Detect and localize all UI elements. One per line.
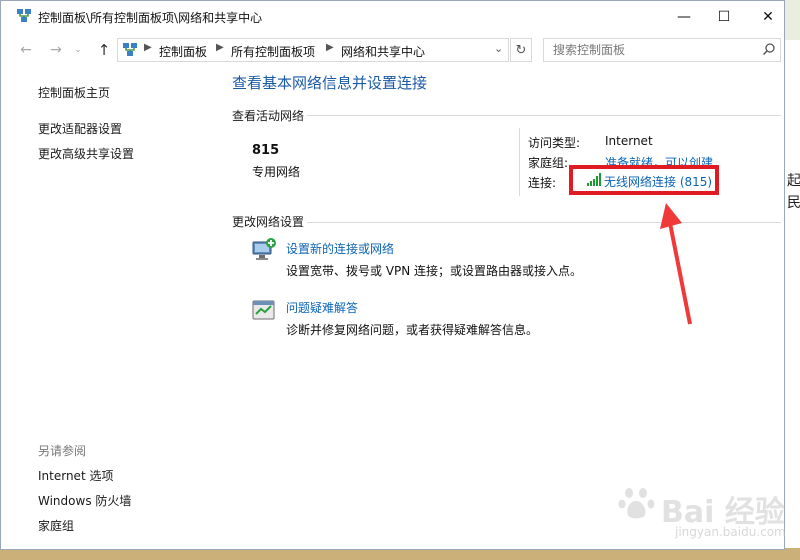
address-dropdown-chevron-icon[interactable]: ⌄	[494, 42, 503, 55]
setup-new-connection-link[interactable]: 设置新的连接或网络	[286, 240, 394, 257]
window-title: 控制面板\所有控制面板项\网络和共享中心	[38, 11, 263, 25]
recent-locations-chevron-icon[interactable]: ⌄	[71, 39, 85, 61]
title-bar[interactable]: 控制面板\所有控制面板项\网络和共享中心 — ☐ ✕	[1, 1, 784, 32]
breadcrumb-separator-icon[interactable]: ▶	[326, 42, 334, 53]
sidebar-item-control-panel-home[interactable]: 控制面板主页	[38, 84, 110, 101]
close-button[interactable]: ✕	[745, 1, 791, 32]
page-title: 查看基本网络信息并设置连接	[232, 74, 428, 92]
watermark-url: jingyan.baidu.com	[675, 525, 786, 539]
wifi-signal-icon	[587, 173, 601, 186]
breadcrumb-separator-icon[interactable]: ▶	[216, 42, 224, 53]
breadcrumb-control-panel[interactable]: 控制面板	[159, 43, 207, 60]
sidebar-item-internet-options[interactable]: Internet 选项	[38, 467, 113, 484]
back-arrow-icon[interactable]: ←	[15, 39, 37, 61]
breadcrumb-all-items[interactable]: 所有控制面板项	[231, 43, 315, 60]
setup-new-connection-description: 设置宽带、拨号或 VPN 连接；或设置路由器或接入点。	[286, 264, 583, 278]
address-bar[interactable]: ▶ 控制面板 ▶ 所有控制面板项 ▶ 网络和共享中心 ⌄	[117, 38, 509, 62]
sidebar-item-change-advanced-sharing[interactable]: 更改高级共享设置	[38, 145, 134, 162]
background-window-text: 起	[787, 173, 800, 189]
troubleshoot-link[interactable]: 问题疑难解答	[286, 299, 358, 316]
connections-label: 连接:	[528, 176, 557, 190]
search-box[interactable]	[543, 38, 781, 62]
change-settings-heading: 更改网络设置	[232, 215, 305, 229]
refresh-icon[interactable]: ↻	[510, 38, 532, 62]
network-sharing-center-window: 控制面板\所有控制面板项\网络和共享中心 — ☐ ✕ ← → ⌄ ↑ ▶ 控制面…	[0, 0, 786, 550]
active-networks-heading: 查看活动网络	[232, 109, 305, 123]
maximize-button[interactable]: ☐	[701, 1, 747, 32]
network-name: 815	[252, 143, 280, 158]
baidu-watermark: Bai 经验 jingyan.baidu.com	[613, 479, 786, 549]
new-connection-icon[interactable]	[251, 237, 277, 263]
forward-arrow-icon[interactable]: →	[45, 39, 67, 61]
annotation-arrow-icon	[660, 203, 692, 325]
network-control-panel-icon	[17, 9, 31, 22]
background-window-text: 民	[787, 195, 800, 211]
network-info-divider	[519, 128, 520, 196]
search-input[interactable]	[544, 39, 763, 61]
homegroup-label: 家庭组:	[528, 156, 569, 170]
address-row: ← → ⌄ ↑ ▶ 控制面板 ▶ 所有控制面板项 ▶ 网络和共享中心 ⌄ ↻	[1, 35, 784, 63]
section-divider	[307, 222, 781, 223]
breadcrumb-separator-icon[interactable]: ▶	[144, 42, 152, 53]
up-arrow-icon[interactable]: ↑	[93, 39, 115, 61]
troubleshoot-description: 诊断并修复网络问题，或者获得疑难解答信息。	[286, 323, 539, 337]
wireless-connection-link[interactable]: 无线网络连接 (815)	[604, 173, 712, 190]
sidebar-item-windows-firewall[interactable]: Windows 防火墙	[38, 492, 131, 509]
desktop-background-right: 起 民	[785, 0, 800, 560]
access-type-value: Internet	[605, 134, 653, 148]
sidebar-item-change-adapter-settings[interactable]: 更改适配器设置	[38, 120, 122, 137]
breadcrumb-network-center[interactable]: 网络和共享中心	[341, 43, 425, 60]
section-divider	[307, 115, 781, 116]
baidu-paw-logo-icon	[618, 488, 655, 519]
network-type: 专用网络	[252, 165, 301, 179]
troubleshoot-icon[interactable]	[251, 298, 277, 324]
search-icon[interactable]	[762, 42, 776, 56]
network-control-panel-icon	[123, 43, 137, 56]
access-type-label: 访问类型:	[528, 136, 581, 150]
sidebar-item-homegroup[interactable]: 家庭组	[38, 517, 74, 534]
see-also-heading: 另请参阅	[38, 444, 87, 458]
